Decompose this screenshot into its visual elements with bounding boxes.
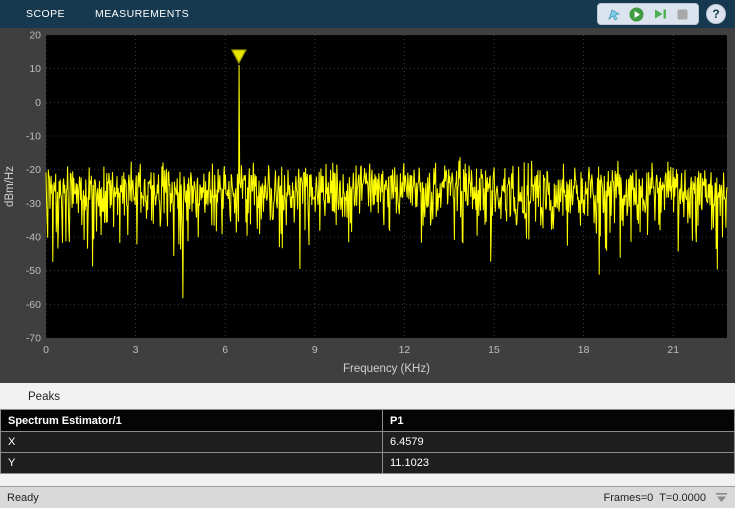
svg-text:Frequency (KHz): Frequency (KHz) xyxy=(343,363,430,375)
svg-text:-60: -60 xyxy=(26,299,41,311)
status-message: Ready xyxy=(7,492,39,504)
stop-button[interactable] xyxy=(675,7,690,22)
peaks-panel-title: Peaks xyxy=(0,383,735,409)
peaks-table: Spectrum Estimator/1 P1 X 6.4579 Y 11.10… xyxy=(0,409,735,474)
svg-text:0: 0 xyxy=(43,344,49,356)
peak-x-label: X xyxy=(1,432,383,453)
svg-text:0: 0 xyxy=(35,97,41,109)
peak-y-value: 11.1023 xyxy=(383,453,735,474)
toolstrip: SCOPE MEASUREMENTS xyxy=(0,0,735,28)
svg-text:dBm/Hz: dBm/Hz xyxy=(4,166,16,207)
svg-text:-70: -70 xyxy=(26,333,41,345)
plot-panel: 0 3 6 9 12 15 18 21 20 10 0 -10 -20 -30 -40 -50 -60 -70 Fr… xyxy=(0,28,735,383)
peaks-table-p1-header: P1 xyxy=(383,410,735,432)
svg-text:18: 18 xyxy=(578,344,590,356)
collapse-panel-icon[interactable] xyxy=(715,492,728,503)
simulation-controls: ? xyxy=(597,3,735,25)
spectrum-analyzer-window: SCOPE MEASUREMENTS xyxy=(0,0,735,508)
table-row[interactable]: X 6.4579 xyxy=(1,432,735,453)
svg-text:9: 9 xyxy=(312,344,318,356)
svg-text:-10: -10 xyxy=(26,131,41,143)
peaks-panel: Peaks Spectrum Estimator/1 P1 X 6.4579 Y… xyxy=(0,383,735,486)
status-bar: Ready Frames=0 T=0.0000 xyxy=(0,486,735,508)
svg-text:10: 10 xyxy=(29,63,41,75)
svg-text:12: 12 xyxy=(399,344,411,356)
help-button[interactable]: ? xyxy=(706,4,726,24)
svg-text:20: 20 xyxy=(29,30,41,42)
tab-measurements[interactable]: MEASUREMENTS xyxy=(80,0,204,28)
peaks-table-header-row: Spectrum Estimator/1 P1 xyxy=(1,410,735,432)
table-row[interactable]: Y 11.1023 xyxy=(1,453,735,474)
svg-text:-30: -30 xyxy=(26,198,41,210)
peak-x-value: 6.4579 xyxy=(383,432,735,453)
cursor-icon[interactable] xyxy=(606,7,621,22)
spectrum-plot[interactable]: 0 3 6 9 12 15 18 21 20 10 0 -10 -20 -30 -40 -50 -60 -70 Fr… xyxy=(0,28,735,383)
svg-text:6: 6 xyxy=(222,344,228,356)
svg-text:21: 21 xyxy=(667,344,679,356)
peaks-table-source-header: Spectrum Estimator/1 xyxy=(1,410,383,432)
run-button[interactable] xyxy=(629,7,644,22)
tab-scope[interactable]: SCOPE xyxy=(0,0,80,28)
peak-y-label: Y xyxy=(1,453,383,474)
svg-text:-20: -20 xyxy=(26,164,41,176)
frames-time-readout: Frames=0 T=0.0000 xyxy=(603,492,706,504)
svg-text:15: 15 xyxy=(488,344,500,356)
svg-text:-50: -50 xyxy=(26,265,41,277)
svg-text:3: 3 xyxy=(133,344,139,356)
svg-text:-40: -40 xyxy=(26,232,41,244)
step-forward-button[interactable] xyxy=(652,7,667,22)
simulation-button-group xyxy=(597,3,699,25)
